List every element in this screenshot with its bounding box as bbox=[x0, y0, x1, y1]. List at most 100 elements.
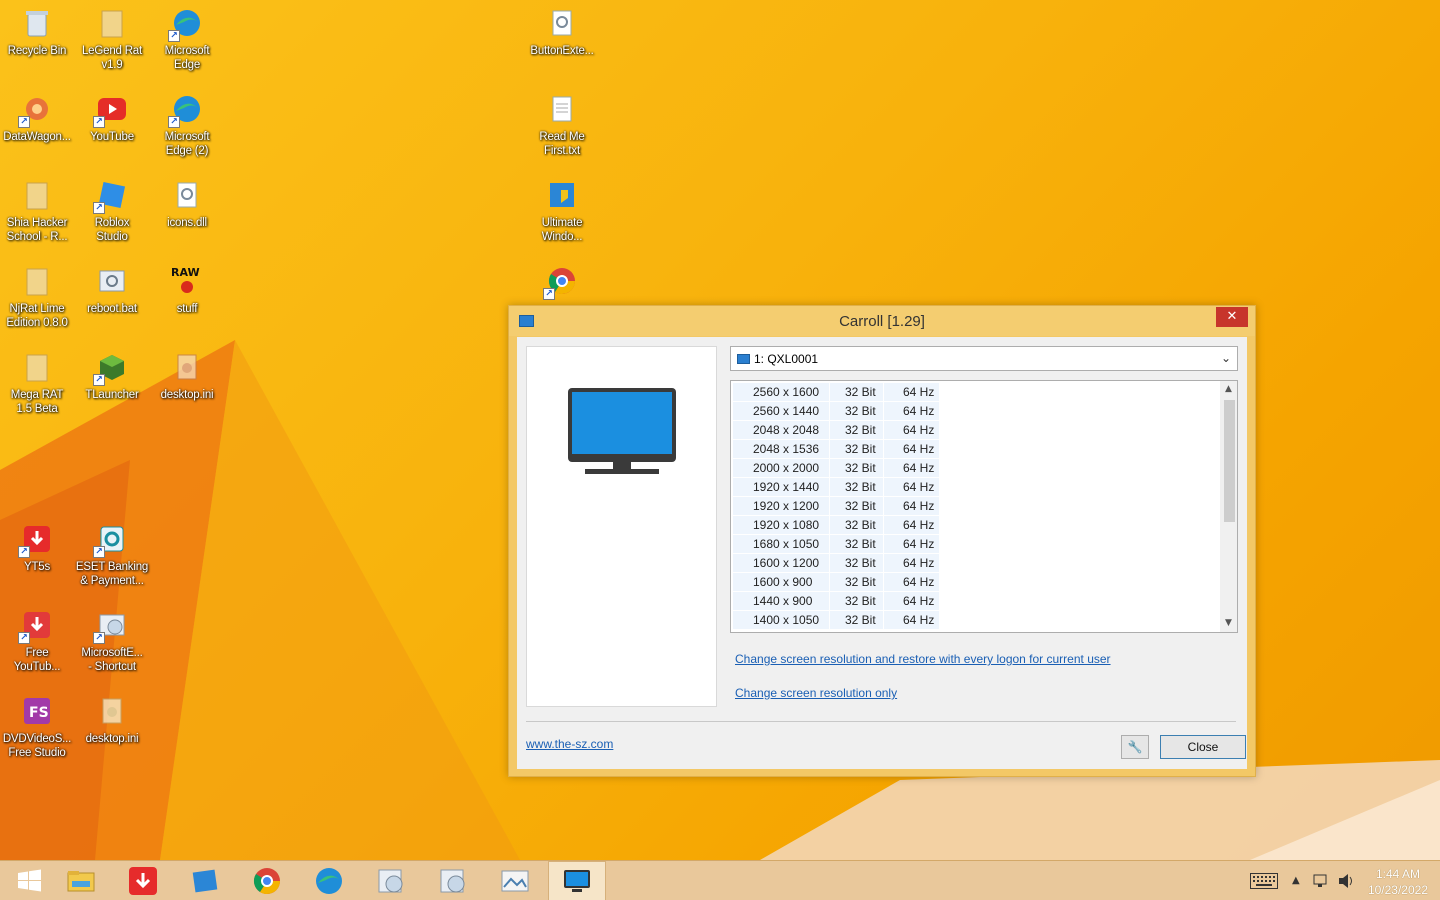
desktop-icon-buttonextender[interactable]: ButtonExte... bbox=[525, 2, 599, 86]
scroll-up-arrow-icon[interactable]: ▲ bbox=[1220, 381, 1237, 398]
desktop-icon-eset[interactable]: ↗ ESET Banking & Payment... bbox=[75, 518, 149, 602]
taskbar-disc-tool[interactable] bbox=[362, 861, 420, 900]
desktop-icon-legend-rat[interactable]: LeGend Rat v1.9 bbox=[75, 2, 149, 86]
taskbar-disc-tool-2[interactable] bbox=[424, 861, 482, 900]
resolution-row[interactable]: ⤢1400 x 105032 Bit64 Hz bbox=[733, 611, 939, 630]
desktop-icon-yt5s[interactable]: ↗ YT5s bbox=[0, 518, 74, 602]
resolution-row[interactable]: ⤢1680 x 105032 Bit64 Hz bbox=[733, 535, 939, 554]
color-depth-cell: 32 Bit bbox=[830, 592, 883, 610]
desktop-icon-ultimate-windows[interactable]: Ultimate Windo... bbox=[525, 174, 599, 258]
color-depth-cell: 32 Bit bbox=[830, 459, 883, 477]
desktop-icon-microsoft-shortcut[interactable]: ↗ MicrosoftE... - Shortcut bbox=[75, 604, 149, 688]
resolution-cell: 2048 x 2048 bbox=[733, 421, 829, 439]
text-file-icon bbox=[545, 92, 579, 126]
keyboard-icon[interactable] bbox=[1250, 873, 1278, 893]
refresh-rate-cell: 64 Hz bbox=[884, 573, 939, 591]
folder-icon bbox=[20, 350, 54, 384]
carroll-dialog: Carroll [1.29] ✕ 1: QXL0001 ⌄ ⤢2560 x 16… bbox=[508, 305, 1256, 777]
desktop-icon-youtube[interactable]: ↗ YouTube bbox=[75, 88, 149, 172]
color-depth-cell: 32 Bit bbox=[830, 516, 883, 534]
resolution-cell: 1680 x 1050 bbox=[733, 535, 829, 553]
show-hidden-icons-arrow-icon[interactable]: ▲ bbox=[1292, 875, 1300, 886]
website-link[interactable]: www.the-sz.com bbox=[526, 737, 613, 751]
taskbar-windows-tile[interactable] bbox=[176, 861, 234, 900]
desktop-icon-icons-dll[interactable]: icons.dll bbox=[150, 174, 224, 258]
scrollbar-thumb[interactable] bbox=[1224, 400, 1235, 522]
desktop-icon-microsoft-edge-2[interactable]: ↗ Microsoft Edge (2) bbox=[150, 88, 224, 172]
youtube-icon: ↗ bbox=[93, 92, 129, 128]
resolution-cell: 2048 x 1536 bbox=[733, 440, 829, 458]
taskbar-edge[interactable] bbox=[300, 861, 358, 900]
resolution-row[interactable]: ⤢2560 x 160032 Bit64 Hz bbox=[733, 383, 939, 402]
desktop-icon-datawagon[interactable]: ↗ DataWagon... bbox=[0, 88, 74, 172]
file-explorer-icon bbox=[67, 871, 95, 892]
monitor-select-dropdown[interactable]: 1: QXL0001 ⌄ bbox=[730, 346, 1238, 371]
close-window-button[interactable]: ✕ bbox=[1216, 307, 1248, 327]
resolution-cell: 1920 x 1080 bbox=[733, 516, 829, 534]
taskbar-carroll[interactable] bbox=[548, 861, 606, 900]
refresh-rate-cell: 64 Hz bbox=[884, 611, 939, 629]
resolution-row[interactable]: ⤢1600 x 90032 Bit64 Hz bbox=[733, 573, 939, 592]
color-depth-cell: 32 Bit bbox=[830, 611, 883, 629]
resolution-row[interactable]: ⤢1440 x 90032 Bit64 Hz bbox=[733, 592, 939, 611]
desktop-icon-desktop-ini-2[interactable]: desktop.ini bbox=[75, 690, 149, 774]
desktop-icon-free-youtube[interactable]: ↗ Free YouTub... bbox=[0, 604, 74, 688]
yt5s-downloader-icon bbox=[129, 867, 157, 895]
ultimate-windows-icon bbox=[545, 178, 579, 212]
change-resolution-restore-link[interactable]: Change screen resolution and restore wit… bbox=[735, 652, 1111, 666]
eset-icon: ↗ bbox=[93, 522, 129, 558]
monitor-icon bbox=[568, 388, 676, 474]
resolution-row[interactable]: ⤢1920 x 108032 Bit64 Hz bbox=[733, 516, 939, 535]
resolution-cell: 1920 x 1440 bbox=[733, 478, 829, 496]
taskbar-photo-viewer[interactable] bbox=[486, 861, 544, 900]
desktop-icon-roblox-studio[interactable]: ↗ Roblox Studio bbox=[75, 174, 149, 258]
desktop-icon-microsoft-edge[interactable]: ↗ Microsoft Edge bbox=[150, 2, 224, 86]
refresh-rate-cell: 64 Hz bbox=[884, 592, 939, 610]
desktop-icon-shia-hacker-school[interactable]: Shia Hacker School - R... bbox=[0, 174, 74, 258]
raw-stuff-icon: RAW bbox=[170, 264, 204, 298]
start-button[interactable] bbox=[0, 861, 58, 900]
resolution-list[interactable]: ⤢2560 x 160032 Bit64 Hz⤢2560 x 144032 Bi… bbox=[730, 380, 1238, 633]
desktop-icon-stuff[interactable]: RAW stuff bbox=[150, 260, 224, 344]
resolution-row[interactable]: ⤢2000 x 200032 Bit64 Hz bbox=[733, 459, 939, 478]
resolution-row[interactable]: ⤢1920 x 120032 Bit64 Hz bbox=[733, 497, 939, 516]
divider bbox=[526, 721, 1236, 722]
folder-icon bbox=[20, 264, 54, 298]
desktop-icon-mega-rat[interactable]: Mega RAT 1.5 Beta bbox=[0, 346, 74, 430]
color-depth-cell: 32 Bit bbox=[830, 573, 883, 591]
svg-text:FS: FS bbox=[29, 705, 49, 721]
edge-icon: ↗ bbox=[168, 92, 204, 128]
disc-tool-2-icon bbox=[440, 869, 465, 893]
resolution-row[interactable]: ⤢1920 x 144032 Bit64 Hz bbox=[733, 478, 939, 497]
desktop-icon-njrat[interactable]: NjRat Lime Edition 0.8.0 bbox=[0, 260, 74, 344]
resolution-row[interactable]: ⤢2048 x 204832 Bit64 Hz bbox=[733, 421, 939, 440]
scroll-down-arrow-icon[interactable]: ▼ bbox=[1220, 615, 1237, 632]
desktop-icon-recycle-bin[interactable]: Recycle Bin bbox=[0, 2, 74, 86]
system-clock[interactable]: 1:44 AM 10/23/2022 bbox=[1368, 866, 1428, 898]
clock-date: 10/23/2022 bbox=[1367, 883, 1428, 897]
desktop-icon-dvdvideosoft[interactable]: FS DVDVideoS... Free Studio bbox=[0, 690, 74, 774]
change-resolution-only-link[interactable]: Change screen resolution only bbox=[735, 686, 897, 700]
desktop-icon-read-me-first[interactable]: Read Me First.txt bbox=[525, 88, 599, 172]
refresh-rate-cell: 64 Hz bbox=[884, 497, 939, 515]
resolution-cell: 1440 x 900 bbox=[733, 592, 829, 610]
color-depth-cell: 32 Bit bbox=[830, 497, 883, 515]
desktop-icon-reboot-bat[interactable]: reboot.bat bbox=[75, 260, 149, 344]
network-icon[interactable] bbox=[1313, 873, 1329, 893]
volume-icon[interactable] bbox=[1338, 873, 1356, 893]
resolution-row[interactable]: ⤢2048 x 153632 Bit64 Hz bbox=[733, 440, 939, 459]
tools-button[interactable]: 🔧 bbox=[1121, 735, 1149, 759]
desktop-icon-desktop-ini[interactable]: desktop.ini bbox=[150, 346, 224, 430]
dialog-titlebar[interactable]: Carroll [1.29] ✕ bbox=[509, 306, 1255, 336]
taskbar-file-explorer[interactable] bbox=[52, 861, 110, 900]
color-depth-cell: 32 Bit bbox=[830, 440, 883, 458]
resolution-row[interactable]: ⤢1600 x 120032 Bit64 Hz bbox=[733, 554, 939, 573]
taskbar-chrome[interactable] bbox=[238, 861, 296, 900]
close-button[interactable]: Close bbox=[1160, 735, 1246, 759]
vertical-scrollbar[interactable]: ▲ ▼ bbox=[1220, 381, 1237, 632]
monitor-small-icon bbox=[737, 353, 750, 364]
resolution-row[interactable]: ⤢2560 x 144032 Bit64 Hz bbox=[733, 402, 939, 421]
shortcut-icon: ↗ bbox=[93, 608, 129, 644]
desktop-icon-tlauncher[interactable]: ↗ TLauncher bbox=[75, 346, 149, 430]
taskbar-yt5s[interactable] bbox=[114, 861, 172, 900]
